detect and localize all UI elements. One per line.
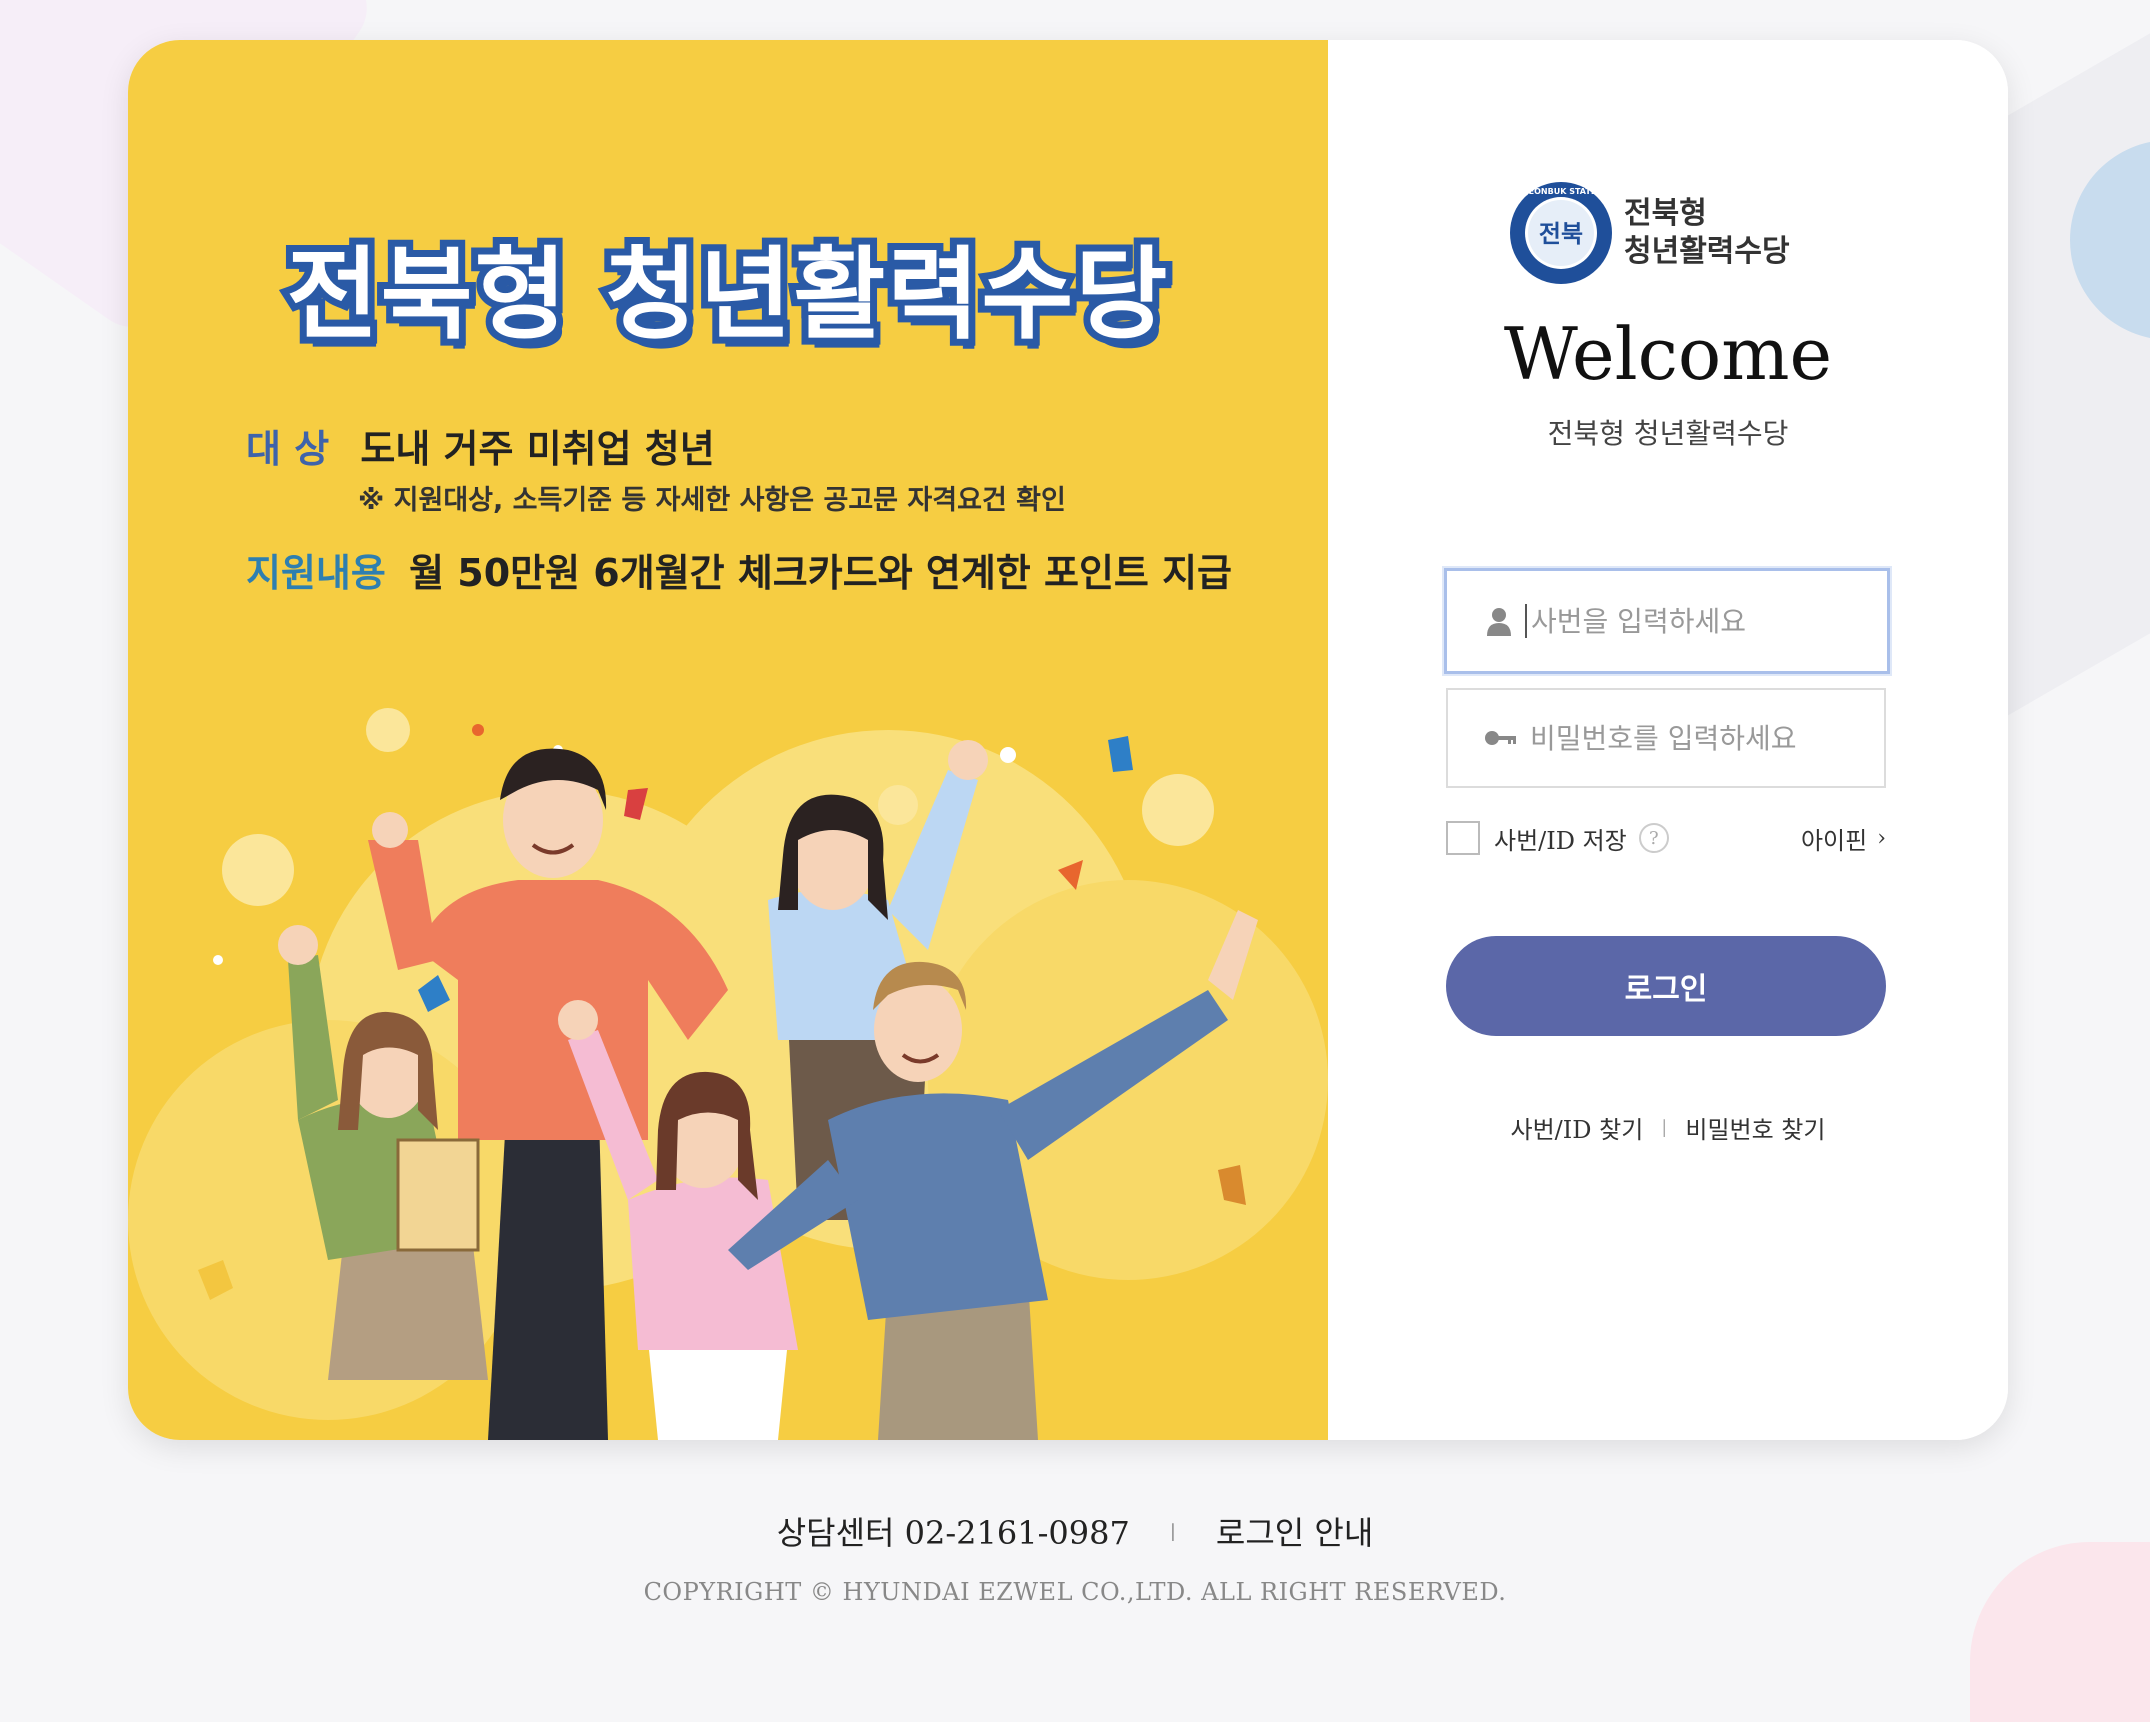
banner-support-label: 지원내용 [246, 551, 386, 595]
jeonbuk-seal-icon: 전북 JEONBUK STATE [1510, 182, 1612, 284]
find-separator: | [1661, 1117, 1668, 1138]
footer-separator: | [1169, 1520, 1176, 1542]
logo-text: 전북형 청년활력수당 [1624, 195, 1790, 271]
youth-illustration [128, 708, 1328, 1440]
id-field[interactable] [1444, 568, 1890, 674]
key-icon [1484, 729, 1518, 747]
banner-target-line: 대 상 도내 거주 미취업 청년 [246, 418, 715, 473]
user-icon [1483, 606, 1515, 636]
promo-banner: 전북형 청년활력수당 대 상 도내 거주 미취업 청년 ※ 지원대상, 소득기준… [128, 40, 1328, 1440]
chevron-right-icon: › [1877, 825, 1886, 851]
find-id-link[interactable]: 사번/ID 찾기 [1511, 1110, 1644, 1145]
banner-target-label: 대 상 [246, 427, 330, 471]
help-icon[interactable]: ? [1638, 823, 1669, 853]
save-id-row: 사번/ID 저장 ? 아이핀 › [1446, 818, 1886, 858]
call-center-info: 상담센터 02-2161-0987 [776, 1514, 1130, 1552]
logo-line-1: 전북형 [1624, 196, 1707, 231]
find-password-link[interactable]: 비밀번호 찾기 [1685, 1110, 1825, 1145]
find-links: 사번/ID 찾기 | 비밀번호 찾기 [1328, 1110, 2008, 1145]
login-card: 전북형 청년활력수당 대 상 도내 거주 미취업 청년 ※ 지원대상, 소득기준… [128, 40, 2008, 1440]
login-guide-link[interactable]: 로그인 안내 [1216, 1508, 1373, 1554]
ipin-label: 아이핀 [1800, 826, 1868, 855]
welcome-subtitle: 전북형 청년활력수당 [1547, 417, 1789, 450]
svg-text:JEONBUK STATE: JEONBUK STATE [1525, 187, 1597, 196]
password-input[interactable] [1528, 707, 1886, 769]
banner-support-line: 지원내용 월 50만원 6개월간 체크카드와 연계한 포인트 지급 [246, 542, 1232, 597]
login-panel: 전북 JEONBUK STATE 전북형 청년활력수당 Welcome 전북형 … [1328, 40, 2008, 1440]
banner-title: 전북형 청년활력수당 [280, 229, 1175, 360]
save-id-checkbox[interactable] [1446, 821, 1480, 855]
banner-note: ※ 지원대상, 소득기준 등 자세한 사항은 공고문 자격요건 확인 [358, 485, 1066, 516]
svg-text:전북: 전북 [1539, 220, 1583, 248]
banner-support-text: 월 50만원 6개월간 체크카드와 연계한 포인트 지급 [409, 551, 1233, 595]
copyright-text: COPYRIGHT © HYUNDAI EZWEL CO.,LTD. ALL R… [643, 1578, 1507, 1606]
footer-links: 상담센터 02-2161-0987 | 로그인 안내 [0, 1508, 2150, 1554]
password-field[interactable] [1446, 688, 1886, 788]
banner-target-text: 도내 거주 미취업 청년 [360, 427, 715, 471]
ipin-link[interactable]: 아이핀 › [1801, 818, 1886, 858]
login-button[interactable]: 로그인 [1446, 936, 1886, 1036]
footer: 상담센터 02-2161-0987 | 로그인 안내 COPYRIGHT © H… [0, 1508, 2150, 1606]
welcome-heading: Welcome [1503, 312, 1833, 396]
text-caret [1525, 604, 1527, 638]
background-blob-right [2070, 140, 2150, 340]
save-id-label[interactable]: 사번/ID 저장 [1494, 821, 1627, 856]
id-input[interactable] [1529, 590, 1887, 652]
logo-line-2: 청년활력수당 [1624, 234, 1790, 269]
brand-logo: 전북 JEONBUK STATE 전북형 청년활력수당 [1508, 180, 1790, 286]
